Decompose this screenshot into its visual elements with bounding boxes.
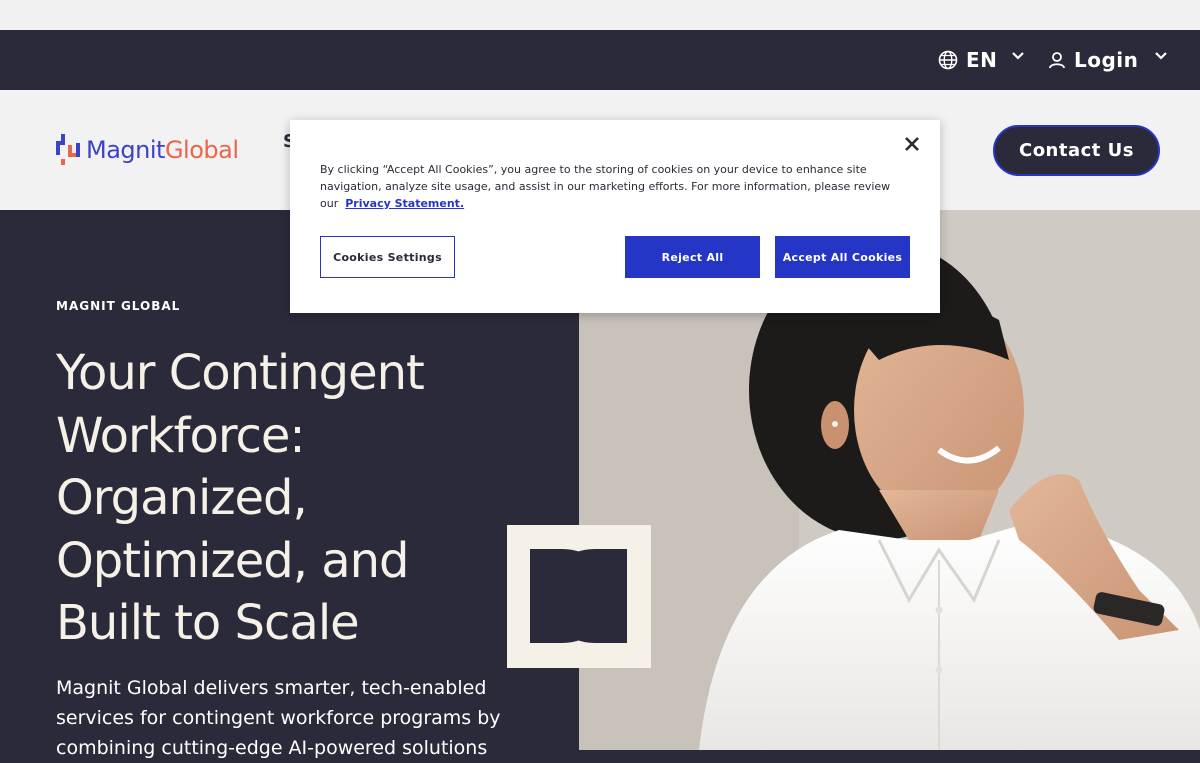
badge-mark-icon — [530, 549, 627, 643]
magnit-badge-icon — [507, 525, 651, 668]
cookie-consent-text: By clicking “Accept All Cookies”, you ag… — [320, 161, 905, 212]
reject-all-button[interactable]: Reject All — [625, 236, 760, 278]
privacy-statement-link[interactable]: Privacy Statement. — [345, 197, 464, 210]
contact-us-button[interactable]: Contact Us — [993, 125, 1160, 176]
hero-title: Your Contingent Workforce: Organized, Op… — [56, 345, 425, 651]
logo-wordmark: MagnitGlobal — [86, 136, 239, 164]
chevron-down-icon — [1012, 52, 1025, 60]
chevron-down-icon — [1155, 52, 1168, 60]
globe-icon — [938, 50, 958, 70]
magnit-logo-mark-icon — [56, 134, 80, 165]
login-menu[interactable]: Login — [1048, 30, 1168, 90]
cookie-consent-dialog: By clicking “Accept All Cookies”, you ag… — [290, 120, 940, 313]
magnit-global-logo[interactable]: MagnitGlobal — [56, 132, 239, 168]
language-label: EN — [966, 48, 998, 72]
hero-eyebrow: MAGNIT GLOBAL — [56, 299, 181, 313]
accept-all-cookies-button[interactable]: Accept All Cookies — [775, 236, 910, 278]
cookies-settings-button[interactable]: Cookies Settings — [320, 236, 455, 278]
language-selector[interactable]: EN — [938, 30, 1025, 90]
browser-top-strip — [0, 0, 1200, 30]
login-label: Login — [1074, 48, 1139, 72]
utility-bar: EN Login — [0, 30, 1200, 90]
close-icon[interactable] — [902, 134, 922, 154]
user-icon — [1049, 52, 1065, 69]
